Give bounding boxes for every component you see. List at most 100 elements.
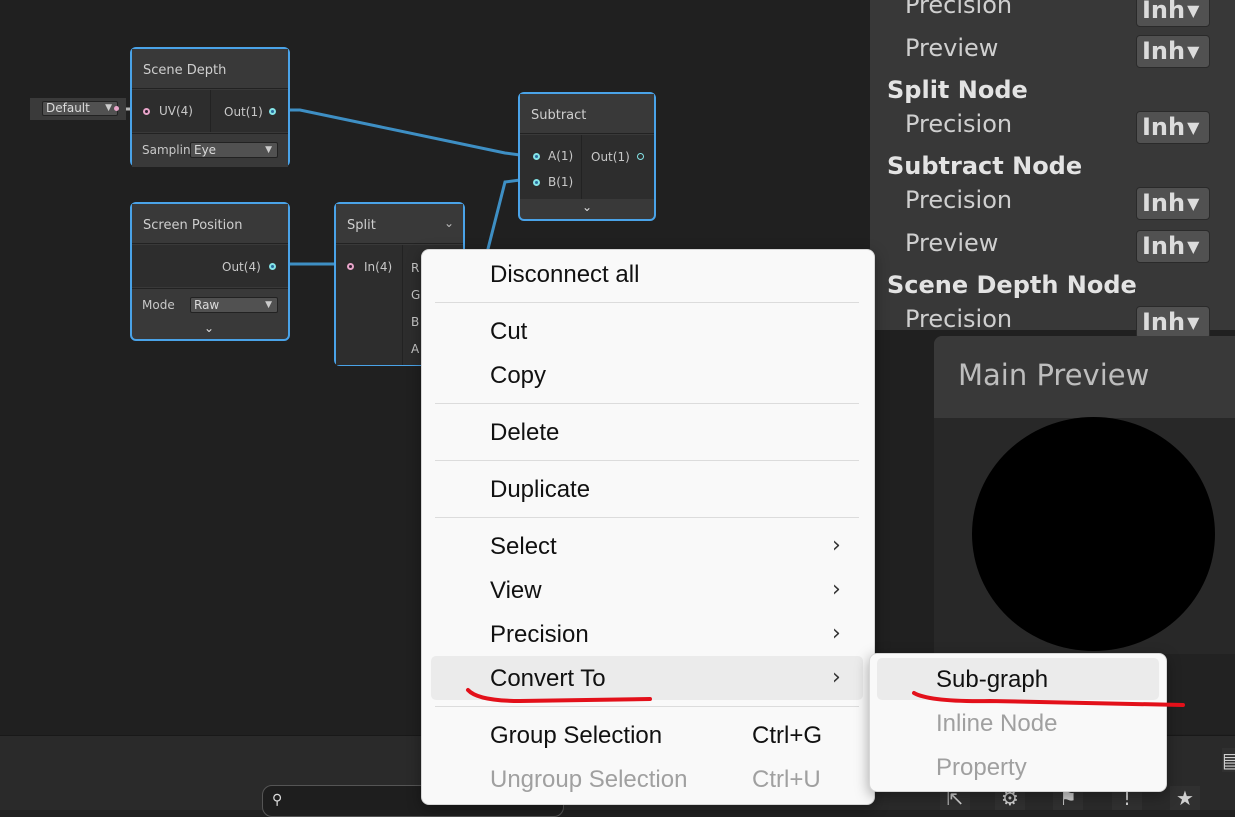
preview-label: Preview [905,34,999,62]
out-output-label: Out(1) [591,150,630,164]
dropdown-value: Inh [1142,0,1186,24]
node-ports: A(1) B(1) Out(1) [520,135,654,199]
menu-separator [435,460,859,461]
chevron-down-icon: ▼ [1187,237,1200,256]
ungroup-shortcut: Ctrl+U [752,766,821,793]
menu-separator [435,706,859,707]
node-title: Subtract [520,94,654,134]
menu-separator [435,517,859,518]
preview-label: Preview [905,229,999,257]
menu-item-delete[interactable]: Delete [490,419,559,447]
b-input-label: B(1) [548,175,574,189]
preview-dropdown[interactable]: Inh ▼ [1136,230,1210,263]
graph-inspector: Precision Inh ▼ Preview Inh ▼ Split Node P… [870,0,1235,339]
node-title: Screen Position [132,204,288,244]
menu-item-convert-to[interactable]: Convert To [490,665,606,693]
node-properties: Mode Raw ▼ [132,288,288,322]
menu-item-precision[interactable]: Precision [490,621,589,649]
uv-default-value: Default [46,101,90,115]
chevron-right-icon: › [832,665,841,690]
a-input-label: A(1) [548,149,574,163]
menu-item-duplicate[interactable]: Duplicate [490,476,590,504]
precision-dropdown[interactable]: Inh ▼ [1136,306,1210,339]
preview-dropdown[interactable]: Inh ▼ [1136,35,1210,68]
menu-item-disconnect-all[interactable]: Disconnect all [490,261,639,289]
precision-dropdown[interactable]: Inh ▼ [1136,111,1210,144]
chevron-down-icon: ▼ [1187,313,1200,332]
dropdown-value: Inh [1142,37,1186,65]
node-ports: UV(4) Out(1) [132,90,288,132]
split-output-g: G [411,288,421,302]
dropdown-value: Inh [1142,189,1186,217]
out-output-port[interactable] [637,153,644,160]
scene-depth-node-heading: Scene Depth Node [887,271,1137,299]
subtract-node-heading: Subtract Node [887,152,1083,180]
uv-default-dot [114,106,119,111]
chevron-down-icon: ▼ [265,145,272,155]
menu-item-view[interactable]: View [490,577,542,605]
menu-separator [435,302,859,303]
sampling-dropdown[interactable]: Eye ▼ [190,142,278,158]
chevron-down-icon: ▼ [265,300,272,310]
menu-item-cut[interactable]: Cut [490,318,527,346]
submenu-item-inline-node[interactable]: Inline Node [936,710,1057,738]
menu-item-copy[interactable]: Copy [490,362,546,390]
chevron-right-icon: › [832,577,841,602]
split-output-r: R [411,261,420,275]
menu-item-ungroup-selection[interactable]: Ungroup Selection [490,766,687,794]
convert-to-submenu: Sub-graph Inline Node Property [869,653,1167,792]
precision-dropdown[interactable]: Inh ▼ [1136,0,1210,27]
precision-label: Precision [905,186,1013,214]
group-shortcut: Ctrl+G [752,722,823,749]
chevron-down-icon: ▼ [1187,42,1200,61]
chevron-down-icon[interactable]: ⌄ [204,321,214,335]
uv-input-label: UV(4) [159,104,193,118]
search-icon: ⚲ [272,792,283,808]
chevron-down-icon: ▼ [1187,1,1200,20]
node-ports: Out(4) [132,245,288,287]
uv-default-dropdown[interactable]: Default ▼ [42,101,118,116]
split-node-heading: Split Node [887,76,1028,104]
menu-item-group-selection[interactable]: Group Selection [490,722,662,750]
precision-dropdown[interactable]: Inh ▼ [1136,187,1210,220]
dropdown-value: Inh [1142,113,1186,141]
dropdown-value: Inh [1142,308,1186,336]
uv-default-field[interactable]: Default ▼ [30,98,126,120]
menu-item-select[interactable]: Select [490,533,557,561]
in-input-port[interactable] [347,263,354,270]
sampling-value: Eye [194,143,217,157]
mode-dropdown[interactable]: Raw ▼ [190,297,278,313]
out-output-port[interactable] [269,263,276,270]
node-properties: Samplin Eye ▼ [132,133,288,167]
a-input-port[interactable] [533,153,540,160]
preview-title: Main Preview [958,358,1150,392]
screen-position-node[interactable]: Screen Position Out(4) Mode Raw ▼ ⌄ [130,202,290,341]
precision-label: Precision [905,305,1013,333]
submenu-item-property[interactable]: Property [936,754,1027,782]
menu-separator [435,403,859,404]
uv-input-port[interactable] [143,108,150,115]
submenu-item-sub-graph[interactable]: Sub-graph [936,666,1048,694]
precision-label: Precision [905,110,1013,138]
wire-scene-depth-to-subtract-a [282,108,521,157]
main-preview-panel[interactable]: Main Preview [934,336,1235,654]
subtract-node[interactable]: Subtract A(1) B(1) Out(1) ⌄ [518,92,656,221]
chevron-down-icon[interactable]: ⌄ [444,216,454,230]
split-output-a: A [411,342,420,356]
out-output-label: Out(1) [224,105,263,119]
preview-header[interactable]: Main Preview [934,336,1235,418]
scene-depth-node[interactable]: Scene Depth UV(4) Out(1) Samplin Eye ▼ [130,47,290,167]
chevron-down-icon[interactable]: ⌄ [582,200,592,214]
preview-sphere[interactable] [972,417,1215,651]
context-menu: Disconnect all Cut Copy Delete Duplicate… [421,249,875,805]
chevron-right-icon: › [832,533,841,558]
mode-value: Raw [194,298,220,312]
star-icon[interactable]: ★ [1170,786,1200,810]
node-title: Scene Depth [132,49,288,89]
chevron-down-icon: ▼ [1187,118,1200,137]
mode-label: Mode [142,298,175,312]
b-input-port[interactable] [533,179,540,186]
out-output-port[interactable] [269,108,276,115]
restore-icon[interactable]: ▤ [1222,748,1235,772]
dropdown-value: Inh [1142,232,1186,260]
